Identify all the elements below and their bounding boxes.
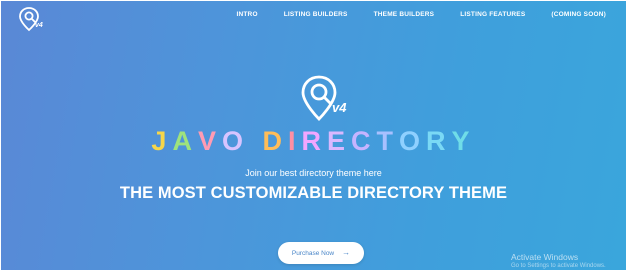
brand-letter: C: [351, 126, 377, 156]
brand-letter: Y: [451, 126, 476, 156]
arrow-right-icon: →: [342, 248, 351, 257]
hero-section: v4 INTRO LISTING BUILDERS THEME BUILDERS…: [1, 1, 626, 270]
brand-letter: O: [221, 126, 249, 156]
nav-coming-soon[interactable]: (COMING SOON): [551, 11, 606, 18]
brand-letter: R: [426, 126, 452, 156]
brand-letter: J: [151, 126, 173, 156]
nav-theme-builders[interactable]: THEME BUILDERS: [374, 11, 435, 18]
activate-windows-title: Activate Windows: [511, 252, 579, 262]
activate-windows-subtitle: Go to Settings to activate Windows.: [511, 263, 606, 269]
brand-title: JAVO DIRECTORY: [1, 126, 626, 157]
brand-letter: T: [376, 126, 400, 156]
brand-letter: [249, 126, 263, 157]
purchase-now-button[interactable]: Purchase Now →: [278, 242, 364, 264]
brand-letter: O: [399, 126, 427, 156]
brand-letter: A: [172, 126, 198, 156]
nav-listing-features[interactable]: LISTING FEATURES: [460, 11, 525, 18]
nav-listing-builders[interactable]: LISTING BUILDERS: [284, 11, 348, 18]
logo-icon[interactable]: v4: [18, 6, 44, 32]
brand-letter: I: [288, 126, 302, 156]
brand-letter: D: [262, 126, 288, 156]
nav-intro[interactable]: INTRO: [236, 11, 257, 18]
purchase-now-label: Purchase Now: [291, 249, 335, 257]
tagline: Join our best directory theme here: [245, 168, 382, 178]
hero-logo-version: v4: [332, 100, 347, 115]
brand-letter: R: [301, 126, 328, 156]
logo-version: v4: [35, 22, 43, 29]
brand-letter: V: [197, 126, 222, 156]
top-nav: INTRO LISTING BUILDERS THEME BUILDERS LI…: [210, 11, 606, 18]
headline: THE MOST CUSTOMIZABLE DIRECTORY THEME: [119, 184, 508, 202]
brand-letter: E: [327, 126, 352, 156]
hero-logo-icon: v4: [301, 75, 347, 121]
